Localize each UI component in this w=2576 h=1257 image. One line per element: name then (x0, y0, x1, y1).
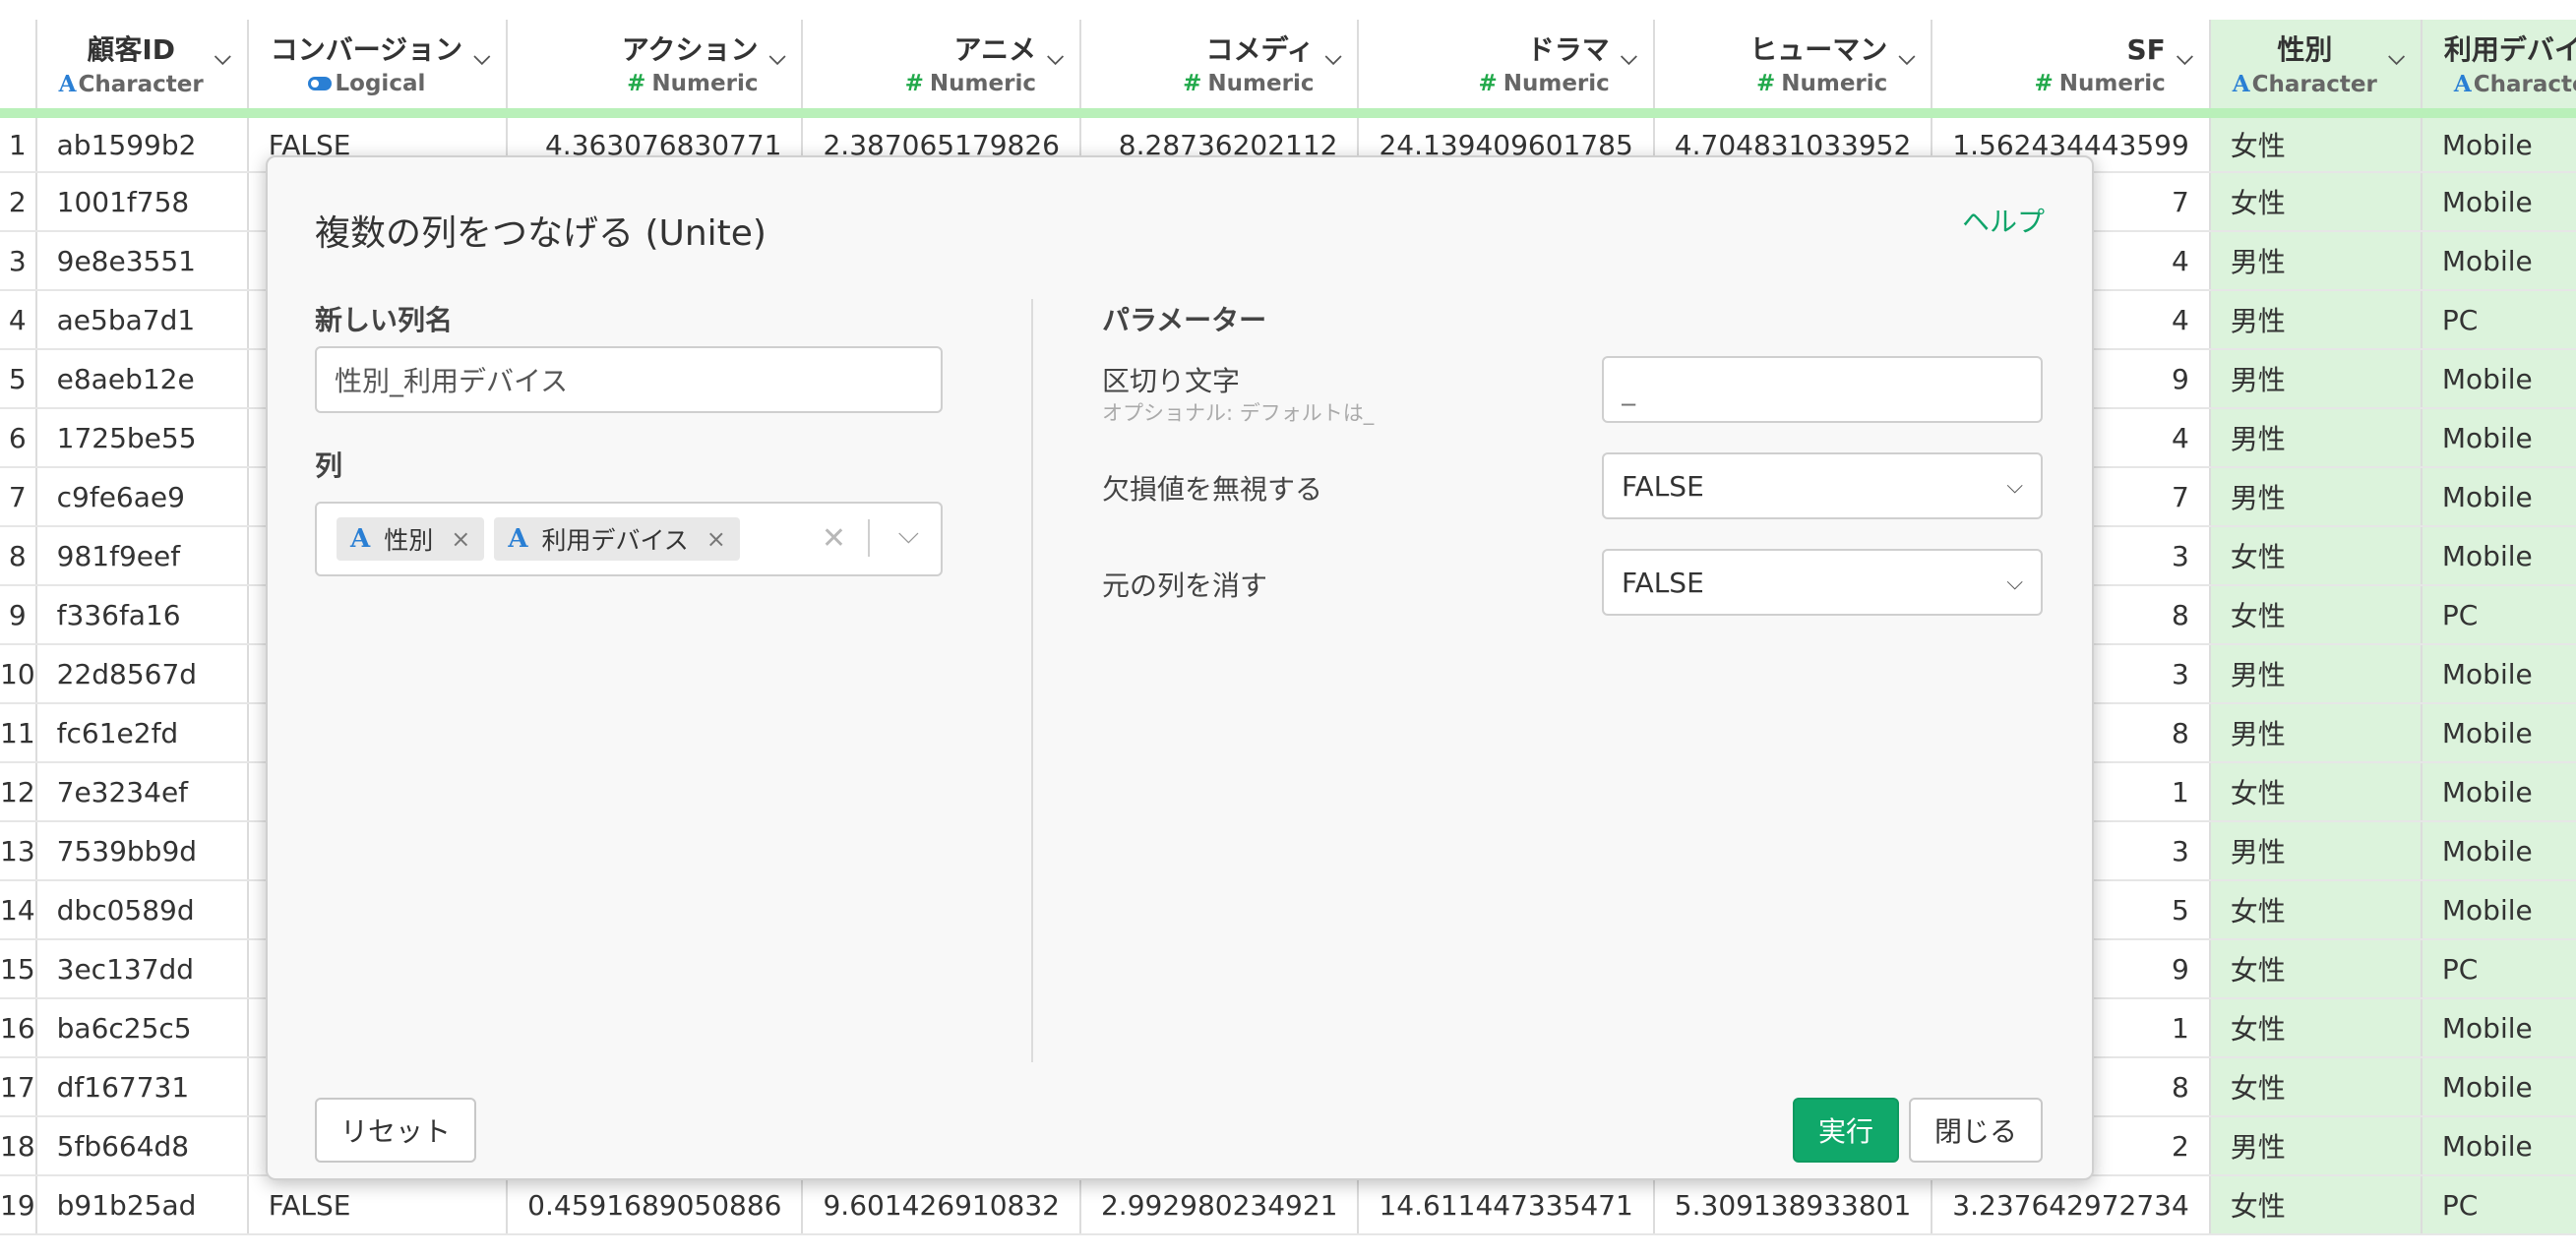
chevron-down-icon: ⌵ (2006, 569, 2023, 595)
remove-original-value: FALSE (1622, 566, 1704, 599)
run-button[interactable]: 実行 (1793, 1098, 1899, 1163)
ignore-na-label: 欠損値を無視する (1102, 473, 1323, 506)
remove-original-label: 元の列を消す (1102, 569, 1268, 602)
new-column-name-label: 新しい列名 (315, 304, 454, 336)
column-chip[interactable]: A 性別 × (337, 517, 485, 561)
clear-all-icon[interactable]: ✕ (822, 521, 846, 556)
dialog-divider (1031, 299, 1033, 1062)
reset-button[interactable]: リセット (315, 1098, 476, 1163)
ignore-na-value: FALSE (1622, 469, 1704, 503)
chevron-down-icon: ⌵ (2006, 473, 2023, 499)
separator-input[interactable] (1602, 356, 2043, 423)
columns-label: 列 (315, 449, 343, 482)
multiselect-separator (868, 519, 870, 557)
dialog-title: 複数の列をつなげる (Unite) (315, 213, 767, 254)
character-type-icon: A (508, 524, 528, 554)
selected-column-chips: A 性別 × A 利用デバイス × (337, 517, 750, 561)
character-type-icon: A (350, 524, 371, 554)
chip-label: 性別 (384, 526, 434, 555)
remove-original-select[interactable]: FALSE ⌵ (1602, 549, 2043, 616)
remove-chip-icon[interactable]: × (706, 525, 726, 553)
new-column-name-value: 性別_利用デバイス (335, 365, 569, 397)
column-chip[interactable]: A 利用デバイス × (494, 517, 740, 561)
chip-label: 利用デバイス (541, 526, 689, 555)
new-column-name-input[interactable]: 性別_利用デバイス (315, 346, 943, 413)
help-link[interactable]: ヘルプ (1962, 201, 2045, 240)
unite-dialog: 複数の列をつなげる (Unite) ヘルプ 新しい列名 性別_利用デバイス 列 … (266, 155, 2094, 1180)
ignore-na-select[interactable]: FALSE ⌵ (1602, 452, 2043, 519)
remove-chip-icon[interactable]: × (451, 525, 470, 553)
modal-overlay: 複数の列をつなげる (Unite) ヘルプ 新しい列名 性別_利用デバイス 列 … (0, 0, 2576, 1257)
separator-label: 区切り文字 (1102, 365, 1241, 397)
parameters-label: パラメーター (1102, 304, 1267, 336)
separator-hint: オプショナル: デフォルトは_ (1102, 401, 1375, 425)
chevron-down-icon[interactable]: ⌵ (898, 517, 919, 551)
columns-multiselect[interactable]: A 性別 × A 利用デバイス × ✕ ⌵ (315, 502, 943, 576)
close-button[interactable]: 閉じる (1909, 1098, 2043, 1163)
